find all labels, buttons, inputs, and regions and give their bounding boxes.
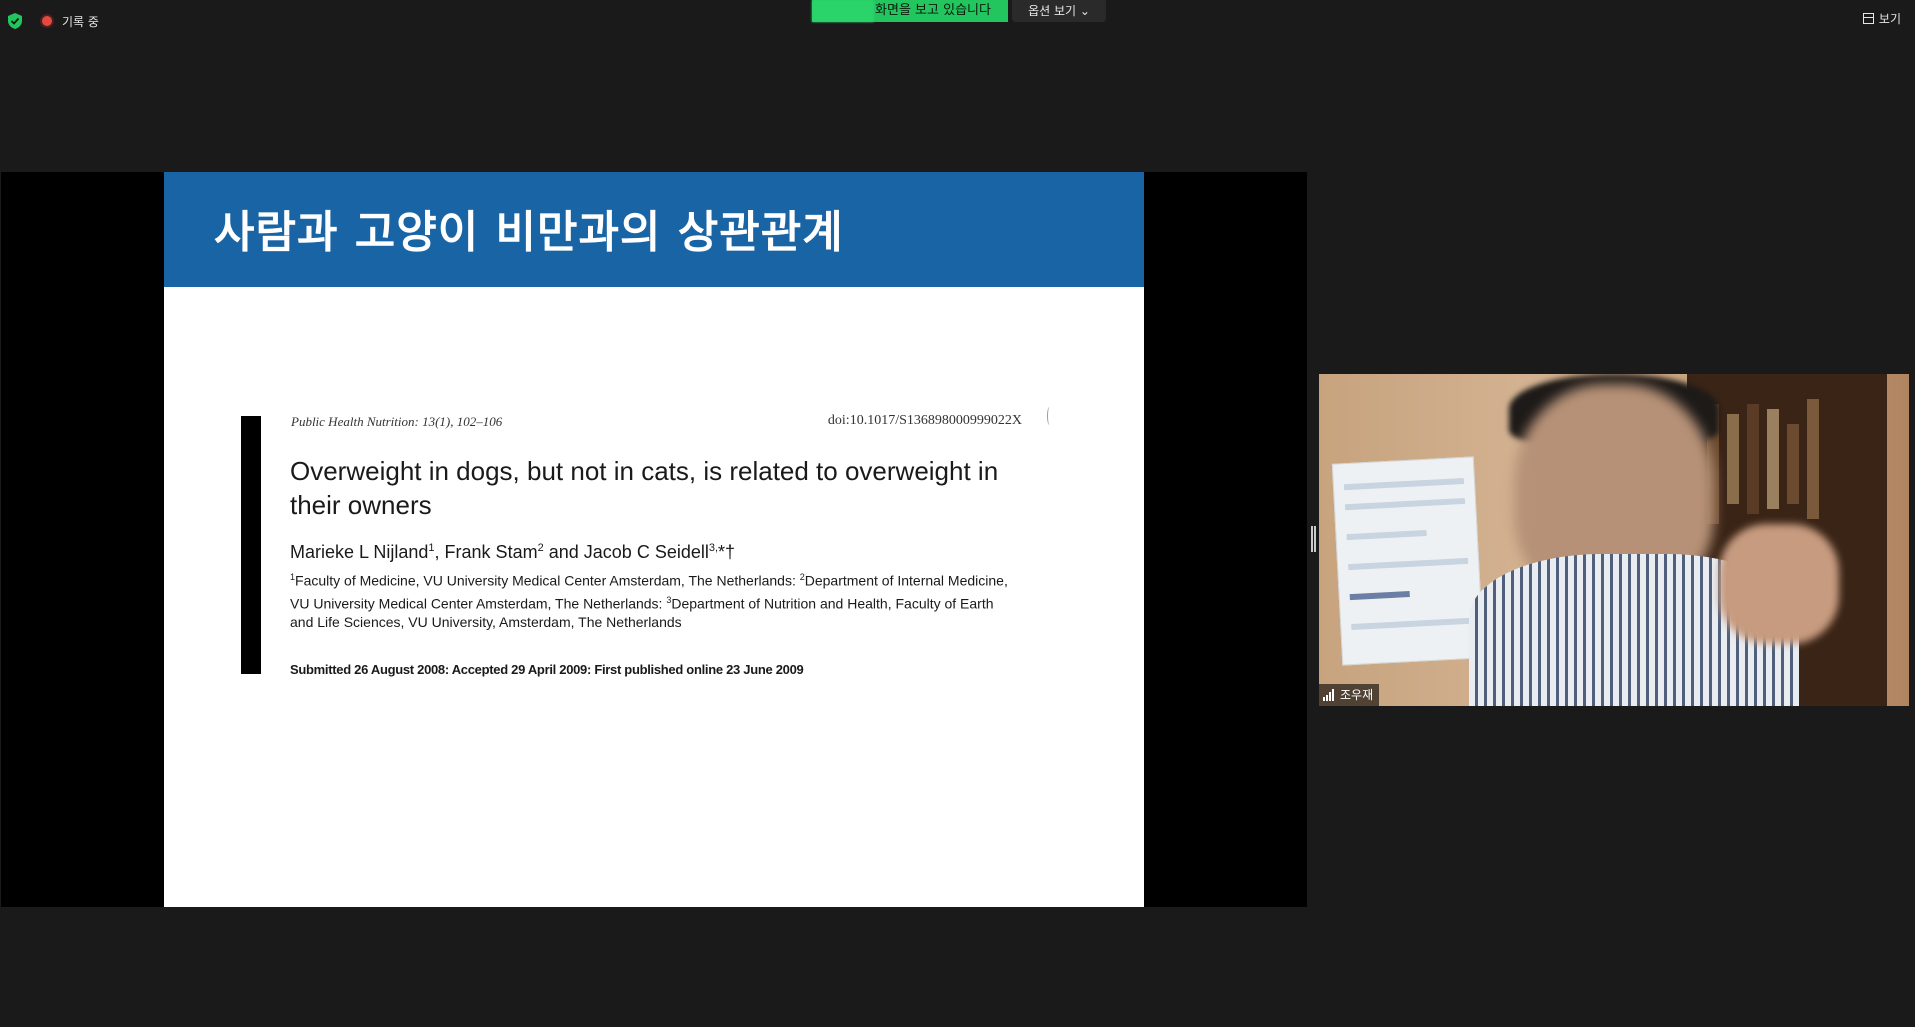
participant-name-tag: 조우재 [1319, 684, 1380, 706]
slide-title: 사람과 고양이 비만과의 상관관계 [214, 207, 844, 258]
participant-name: 조우재 [1340, 688, 1374, 702]
layout-grid-icon [1862, 13, 1874, 24]
author-name: Jacob C Seidell [583, 542, 709, 562]
book [1727, 414, 1739, 504]
poster-line [1348, 557, 1469, 571]
poster-line [1344, 497, 1466, 511]
author-list: Marieke L Nijland1, Frank Stam2 and Jaco… [290, 542, 736, 562]
wall-poster [1331, 456, 1485, 666]
paper-title: Overweight in dogs, but not in cats, is … [290, 456, 999, 520]
book [1767, 409, 1779, 509]
book [1747, 404, 1759, 514]
view-options-label: 옵션 보기 [1028, 4, 1077, 18]
author-name: Frank Stam [444, 542, 538, 562]
slide-header: 사람과 고양이 비만과의 상관관계 [164, 172, 1144, 287]
poster-line [1346, 529, 1427, 541]
participant-video-tile[interactable]: 조우재 [1319, 374, 1909, 706]
poster-line [1351, 617, 1472, 631]
signal-strength-icon [1323, 689, 1334, 701]
submission-dates: Submitted 26 August 2008: Accepted 29 Ap… [290, 662, 804, 677]
author-affil-sup: 3, [708, 542, 719, 554]
affiliations: 1Faculty of Medicine, VU University Medi… [290, 568, 1010, 632]
book [1807, 399, 1819, 519]
author-name: Marieke L Nijland [290, 542, 429, 562]
author-conjunction: and [548, 542, 579, 562]
author-affil-sup: 2 [537, 542, 544, 554]
share-status-blur [812, 0, 874, 22]
article-margin-bar [241, 416, 261, 674]
scan-mark [1047, 407, 1052, 425]
author-affil-sup: 1 [428, 542, 435, 554]
view-layout-label: 보기 [1878, 12, 1901, 26]
presentation-slide: 사람과 고양이 비만과의 상관관계 Public Health Nutritio… [164, 172, 1144, 907]
top-status-bar: 기록 중 [8, 10, 99, 32]
corresponding-mark: *† [718, 542, 736, 562]
journal-citation: Public Health Nutrition: 13(1), 102–106 [291, 414, 503, 429]
recording-indicator[interactable]: 기록 중 [40, 13, 99, 30]
view-layout-button[interactable]: 보기 [1862, 10, 1901, 27]
participant-hand [1719, 524, 1839, 644]
view-options-button[interactable]: 옵션 보기 ⌄ [1012, 0, 1106, 22]
chevron-down-icon: ⌄ [1079, 4, 1090, 18]
screen-share-status-banner: 화면을 보고 있습니다 [812, 0, 1008, 22]
poster-line [1343, 477, 1465, 491]
article-doi: doi:10.1017/S136898000999022X [827, 413, 1022, 428]
recording-label: 기록 중 [62, 14, 99, 29]
poster-line [1349, 590, 1410, 601]
affiliation-1: Faculty of Medicine, VU University Medic… [295, 572, 796, 589]
book [1787, 424, 1799, 504]
resize-splitter-handle[interactable] [1311, 526, 1316, 552]
share-status-text: 화면을 보고 있습니다 [875, 3, 991, 18]
security-shield-icon[interactable] [8, 13, 22, 29]
recording-dot-icon [40, 14, 54, 28]
